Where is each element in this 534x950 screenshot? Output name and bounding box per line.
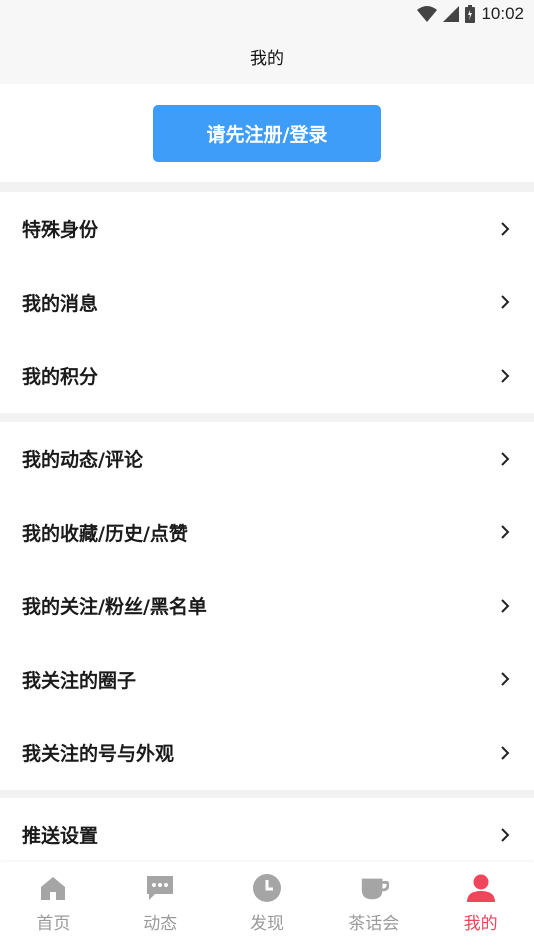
login-button[interactable]: 请先注册/登录	[153, 104, 381, 162]
chevron-right-icon	[498, 369, 512, 383]
tab-mine[interactable]: 我的	[427, 862, 534, 950]
menu-item-label: 我的收藏/历史/点赞	[22, 522, 188, 545]
menu-item-label: 我的关注/粉丝/黑名单	[22, 596, 207, 619]
tab-home[interactable]: 首页	[0, 862, 107, 950]
menu-item-push-settings[interactable]: 推送设置	[0, 798, 534, 872]
tea-cup-icon	[359, 873, 389, 903]
tab-label: 茶话会	[348, 913, 400, 934]
tab-label: 发现	[249, 913, 284, 934]
bottom-tab-bar: 首页 动态 发现 茶话会 我的	[0, 862, 534, 950]
menu-group-settings: 推送设置	[0, 798, 534, 872]
chat-icon	[145, 873, 175, 903]
chevron-right-icon	[498, 295, 512, 309]
tab-label: 动态	[143, 913, 178, 934]
tab-feed[interactable]: 动态	[107, 862, 214, 950]
menu-item-label: 我的消息	[22, 292, 99, 315]
menu-item-points[interactable]: 我的积分	[0, 339, 534, 413]
chevron-right-icon	[498, 452, 512, 466]
tab-discover[interactable]: 发现	[214, 862, 321, 950]
menu-item-label: 特殊身份	[22, 219, 99, 242]
wifi-icon	[417, 6, 438, 22]
chevron-right-icon	[498, 672, 512, 686]
tab-label: 我的	[463, 913, 498, 934]
chevron-right-icon	[498, 828, 512, 842]
menu-item-posts-comments[interactable]: 我的动态/评论	[0, 422, 534, 496]
chevron-right-icon	[498, 746, 512, 760]
menu-item-label: 我的积分	[22, 366, 99, 389]
chevron-right-icon	[498, 599, 512, 613]
menu-item-label: 我关注的圈子	[22, 669, 137, 692]
clock-icon	[252, 873, 282, 903]
chevron-right-icon	[498, 222, 512, 236]
menu-item-label: 我关注的号与外观	[22, 743, 175, 766]
menu-item-favorites-history-likes[interactable]: 我的收藏/历史/点赞	[0, 496, 534, 570]
status-time: 10:02	[481, 4, 524, 23]
menu-item-special-identity[interactable]: 特殊身份	[0, 192, 534, 266]
menu-item-label: 推送设置	[22, 825, 99, 848]
battery-icon	[465, 5, 476, 23]
menu-item-label: 我的动态/评论	[22, 449, 143, 472]
menu-item-followed-circles[interactable]: 我关注的圈子	[0, 643, 534, 717]
menu-item-follow-fans-blacklist[interactable]: 我的关注/粉丝/黑名单	[0, 569, 534, 643]
user-icon	[466, 873, 496, 903]
menu-group-activity: 我的动态/评论 我的收藏/历史/点赞 我的关注/粉丝/黑名单 我关注的圈子 我关…	[0, 422, 534, 790]
home-icon	[38, 873, 68, 903]
signal-icon	[443, 6, 460, 22]
tab-label: 首页	[36, 913, 71, 934]
page-title: 我的	[250, 48, 284, 69]
tab-tea-party[interactable]: 茶话会	[320, 862, 427, 950]
menu-group-account: 特殊身份 我的消息 我的积分	[0, 192, 534, 413]
title-bar: 我的	[0, 28, 534, 84]
login-section: 请先注册/登录	[0, 84, 534, 182]
menu-item-messages[interactable]: 我的消息	[0, 266, 534, 340]
menu-item-followed-accounts-outfits[interactable]: 我关注的号与外观	[0, 716, 534, 790]
chevron-right-icon	[498, 525, 512, 539]
status-bar: 10:02	[0, 0, 534, 28]
